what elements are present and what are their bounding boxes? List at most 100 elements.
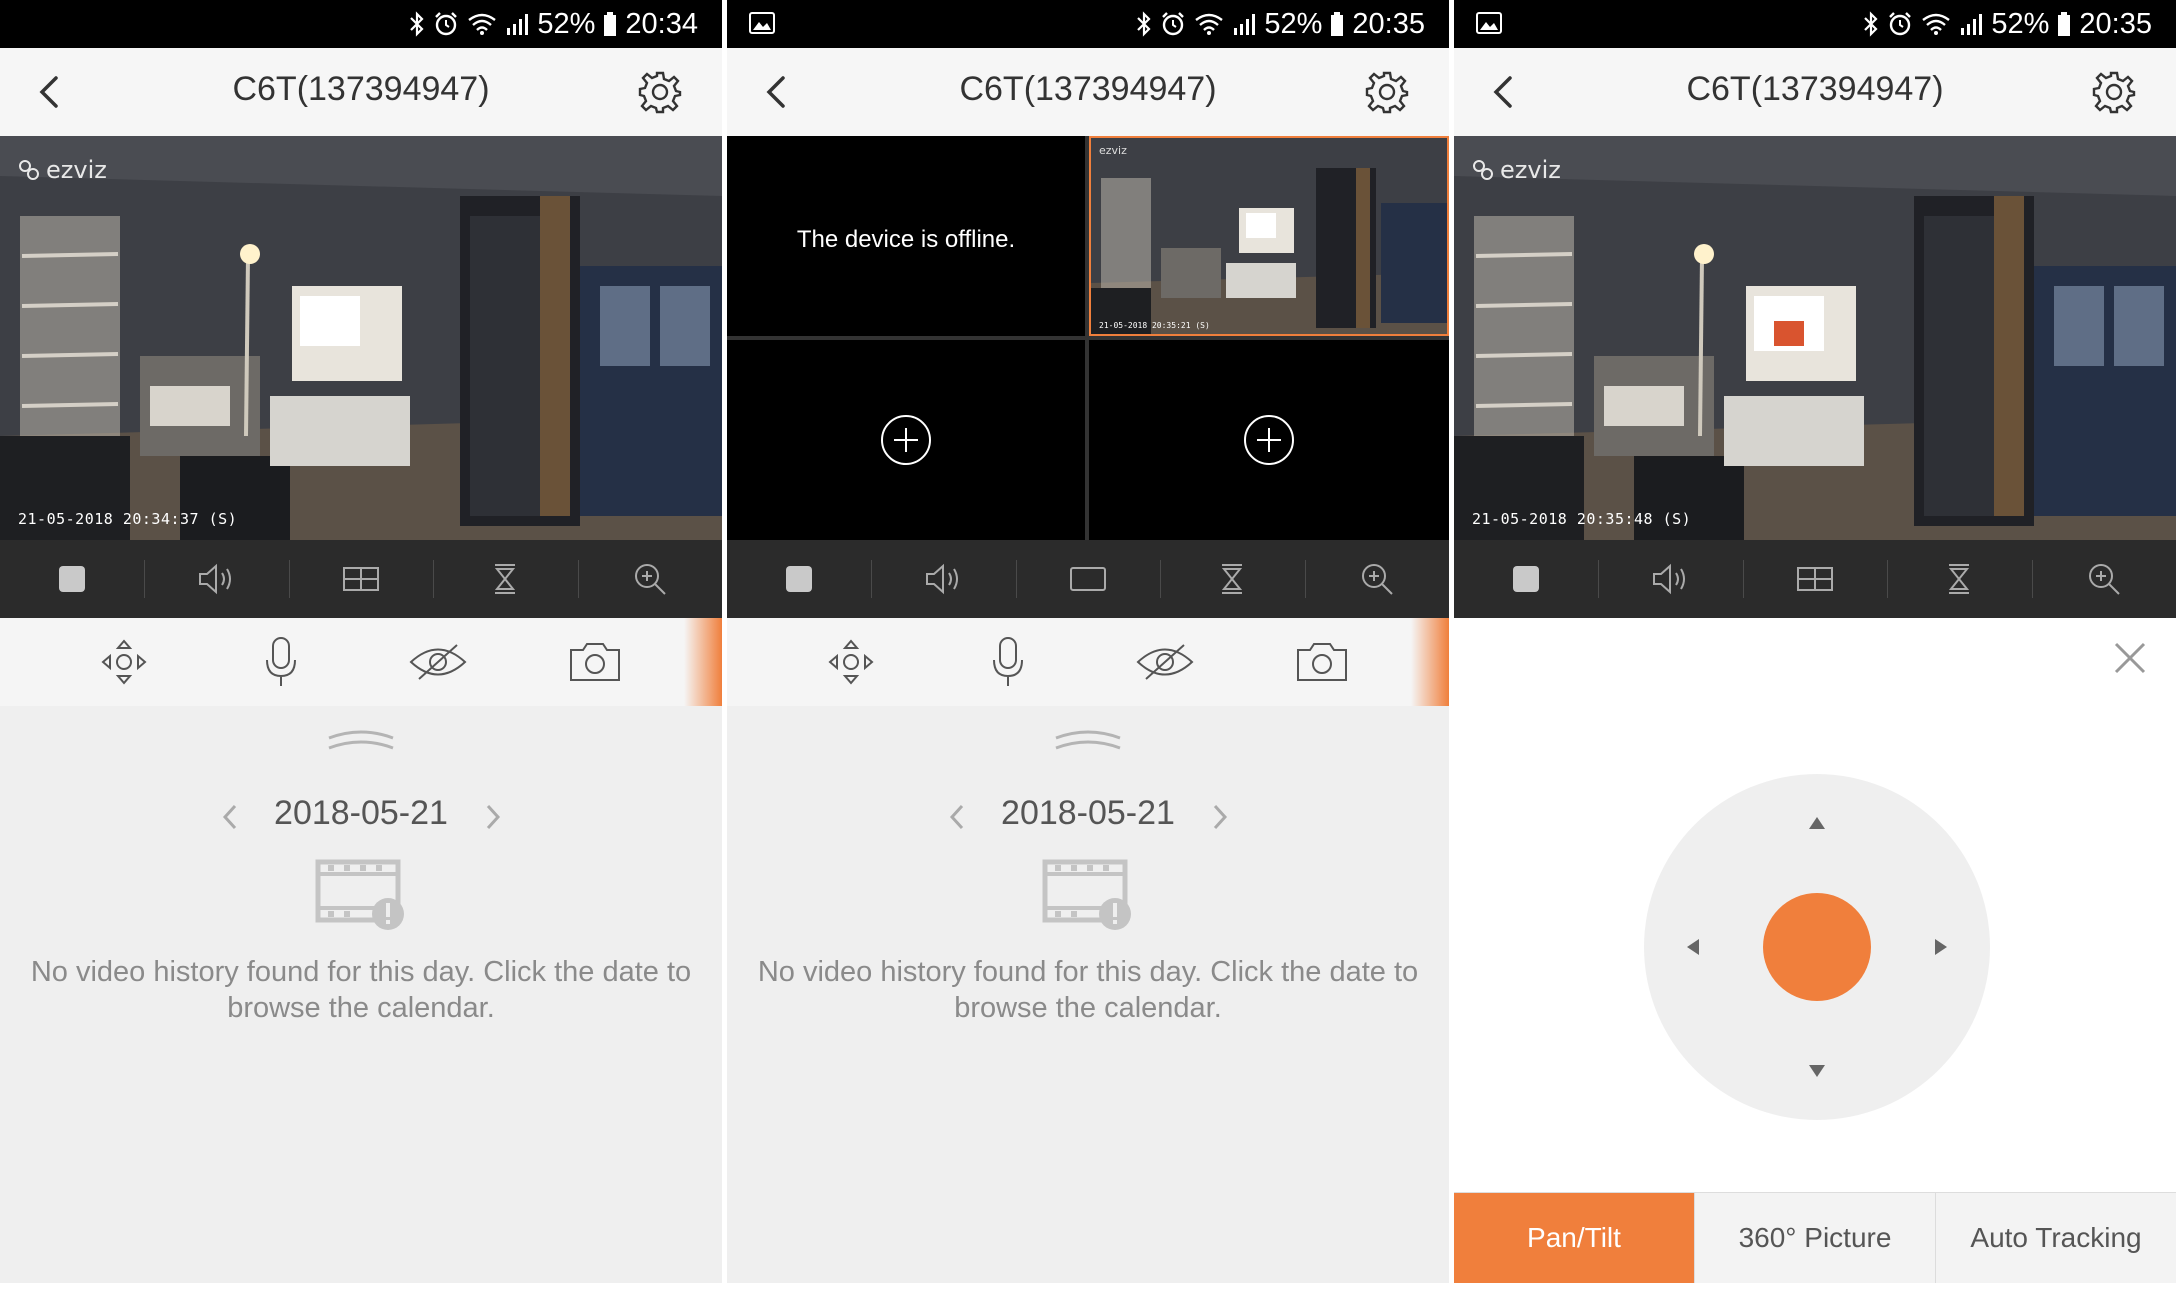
volume-button[interactable] [144, 540, 288, 618]
ptz-tabs: Pan/Tilt 360° Picture Auto Tracking [1454, 1192, 2176, 1283]
microphone-button[interactable] [929, 618, 1086, 706]
offline-message: The device is offline. [796, 226, 1016, 253]
microphone-button[interactable] [202, 618, 359, 706]
microphone-icon [992, 637, 1023, 686]
nav-bar: C6T(137394947) [0, 48, 722, 137]
scroll-hint [1411, 618, 1449, 706]
playback-controls [727, 540, 1449, 618]
tab-auto-tracking[interactable]: Auto Tracking [1935, 1193, 2176, 1283]
privacy-button[interactable] [359, 618, 516, 706]
tab-360-picture[interactable]: 360° Picture [1694, 1193, 1935, 1283]
room-scene [1454, 136, 2176, 540]
drag-handle-icon[interactable] [1052, 728, 1124, 752]
live-video[interactable]: ezviz 21-05-2018 20:35:48 (S) [1454, 136, 2176, 540]
signal-icon [1234, 14, 1256, 35]
grid-cell-empty-1[interactable] [727, 340, 1085, 540]
grid-cell-offline[interactable]: The device is offline. [727, 136, 1085, 336]
grid-cell-empty-2[interactable] [1089, 340, 1449, 540]
video-timestamp: 21-05-2018 20:34:37 (S) [18, 510, 238, 528]
status-bar: 52% 20:35 [1454, 0, 2176, 48]
stop-button[interactable] [727, 540, 871, 618]
direction-pad [1644, 774, 1990, 1120]
ezviz-logo-icon [1473, 160, 1493, 180]
ptz-button[interactable] [45, 618, 202, 706]
zoom-button[interactable] [1304, 540, 1449, 618]
chevron-right-icon[interactable] [1205, 800, 1235, 834]
nav-bar: C6T(137394947) [1454, 48, 2176, 137]
volume-button[interactable] [1598, 540, 1742, 618]
zoom-button[interactable] [577, 540, 722, 618]
stop-button[interactable] [1454, 540, 1598, 618]
single-screen-icon [1070, 567, 1107, 591]
microphone-icon [265, 637, 296, 686]
single-screen-button[interactable] [1015, 540, 1160, 618]
phone-screen-3: 52% 20:35 C6T(137394947) ezviz 21-05-201… [1454, 0, 2176, 1283]
status-bar: 52% 20:35 [727, 0, 1449, 48]
arrow-right-icon[interactable] [1928, 935, 1952, 959]
date-selector: 2018-05-21 [0, 792, 722, 844]
add-camera-icon[interactable] [880, 414, 932, 466]
add-camera-icon[interactable] [1243, 414, 1295, 466]
stop-button[interactable] [0, 540, 144, 618]
zoom-in-icon [1361, 564, 1393, 595]
arrow-up-icon[interactable] [1805, 812, 1829, 836]
battery-icon [2058, 12, 2071, 36]
quality-icon [1222, 564, 1243, 594]
volume-icon [198, 563, 231, 595]
quality-button[interactable] [1887, 540, 2031, 618]
current-date[interactable]: 2018-05-21 [0, 794, 722, 833]
ptz-button[interactable] [772, 618, 929, 706]
brand-text: ezviz [1500, 156, 1561, 184]
privacy-button[interactable] [1086, 618, 1243, 706]
clock: 20:35 [2079, 7, 2152, 40]
tab-pan-tilt[interactable]: Pan/Tilt [1454, 1193, 1694, 1283]
gear-icon[interactable] [1363, 68, 1411, 116]
split-screen-icon [343, 567, 380, 591]
gear-icon[interactable] [636, 68, 684, 116]
gear-icon[interactable] [2090, 68, 2138, 116]
wifi-icon [1922, 13, 1951, 35]
arrow-down-icon[interactable] [1805, 1058, 1829, 1082]
volume-button[interactable] [871, 540, 1015, 618]
live-video[interactable]: ezviz 21-05-2018 20:34:37 (S) [0, 136, 722, 540]
privacy-icon [409, 644, 466, 680]
empty-state-message: No video history found for this day. Cli… [757, 956, 1419, 1024]
split-screen-button[interactable] [1742, 540, 1887, 618]
bluetooth-icon [410, 11, 424, 37]
ptz-center-button[interactable] [1763, 893, 1871, 1001]
quality-icon [495, 564, 516, 594]
clock: 20:35 [1352, 7, 1425, 40]
zoom-in-icon [634, 564, 666, 595]
battery-icon [1331, 12, 1344, 36]
screenshot-button[interactable] [516, 618, 673, 706]
close-icon[interactable] [2110, 638, 2150, 678]
grid-cell-live[interactable]: ezviz 21-05-2018 20:35:21 (S) [1089, 136, 1449, 336]
volume-icon [1652, 563, 1685, 595]
privacy-icon [1136, 644, 1193, 680]
ptz-panel: Pan/Tilt 360° Picture Auto Tracking [1454, 618, 2176, 1283]
volume-icon [925, 563, 958, 595]
signal-icon [507, 14, 529, 35]
current-date[interactable]: 2018-05-21 [727, 794, 1449, 833]
stop-icon [786, 566, 813, 592]
zoom-button[interactable] [2031, 540, 2176, 618]
playback-controls [0, 540, 722, 618]
date-selector: 2018-05-21 [727, 792, 1449, 844]
grid-divider-h [727, 336, 1449, 340]
chevron-right-icon[interactable] [478, 800, 508, 834]
thumb-timestamp: 21-05-2018 20:35:21 (S) [1099, 321, 1210, 330]
brand-text: ezviz [46, 156, 107, 184]
no-video-icon [315, 859, 404, 930]
quality-button[interactable] [1160, 540, 1304, 618]
quality-button[interactable] [433, 540, 577, 618]
stop-icon [1513, 566, 1540, 592]
playback-controls [1454, 540, 2176, 618]
page-title: C6T(137394947) [1686, 70, 1944, 108]
screenshot-button[interactable] [1243, 618, 1400, 706]
room-thumbnail [1091, 138, 1447, 334]
arrow-left-icon[interactable] [1682, 935, 1706, 959]
drag-handle-icon[interactable] [325, 728, 397, 752]
room-scene [0, 136, 722, 540]
split-screen-button[interactable] [288, 540, 433, 618]
camera-icon [569, 643, 620, 681]
